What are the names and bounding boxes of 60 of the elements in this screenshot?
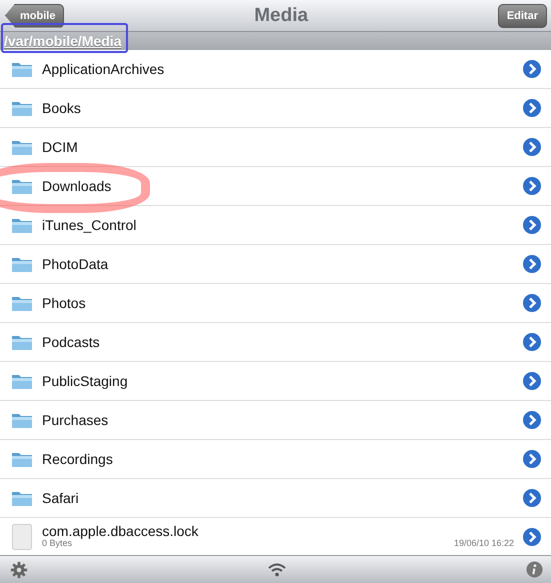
folder-icon	[11, 177, 33, 195]
item-name: Purchases	[42, 412, 110, 428]
disclosure-icon[interactable]	[522, 293, 542, 313]
disclosure-icon[interactable]	[522, 332, 542, 352]
list-row[interactable]: PublicStaging	[0, 362, 551, 401]
path-text: /var/mobile/Media	[4, 33, 122, 49]
item-name: Downloads	[42, 178, 112, 194]
item-name: Podcasts	[42, 334, 101, 350]
list-row[interactable]: Photos	[0, 284, 551, 323]
list-row[interactable]: PhotoData	[0, 245, 551, 284]
disclosure-icon[interactable]	[522, 371, 542, 391]
folder-icon	[11, 489, 33, 507]
item-name: iTunes_Control	[42, 217, 138, 233]
disclosure-icon[interactable]	[522, 176, 542, 196]
folder-icon	[11, 411, 33, 429]
item-name: Recordings	[42, 451, 114, 467]
info-icon[interactable]	[526, 561, 543, 578]
nav-title: Media	[254, 4, 308, 26]
folder-icon	[11, 333, 33, 351]
disclosure-icon[interactable]	[522, 137, 542, 157]
folder-icon	[11, 372, 33, 390]
folder-icon	[11, 138, 33, 156]
list-row[interactable]: iTunes_Control	[0, 206, 551, 245]
item-name: com.apple.dbaccess.lock	[42, 524, 200, 540]
file-size: 0 Bytes	[42, 539, 72, 550]
list-row[interactable]: com.apple.dbaccess.lock 0 Bytes 19/06/10 16:22	[0, 518, 551, 555]
file-icon	[11, 524, 33, 550]
folder-icon	[11, 450, 33, 468]
list-row[interactable]: ApplicationArchives	[0, 50, 551, 89]
edit-button[interactable]: Editar	[498, 4, 547, 28]
item-name: PhotoData	[42, 256, 110, 272]
folder-icon	[11, 255, 33, 273]
item-name: Safari	[42, 490, 80, 506]
folder-icon	[11, 294, 33, 312]
item-name: PublicStaging	[42, 373, 129, 389]
disclosure-icon[interactable]	[522, 59, 542, 79]
file-date: 19/06/10 16:22	[454, 539, 514, 550]
item-name: DCIM	[42, 139, 79, 155]
disclosure-icon[interactable]	[522, 98, 542, 118]
list-row[interactable]: Purchases	[0, 401, 551, 440]
item-name: ApplicationArchives	[42, 61, 166, 77]
folder-icon	[11, 60, 33, 78]
list-row[interactable]: DCIM	[0, 128, 551, 167]
wifi-icon[interactable]	[267, 562, 287, 576]
list-row[interactable]: Books	[0, 89, 551, 128]
disclosure-icon[interactable]	[522, 410, 542, 430]
disclosure-icon[interactable]	[522, 526, 542, 546]
item-name: Books	[42, 100, 82, 116]
disclosure-icon[interactable]	[522, 215, 542, 235]
disclosure-icon[interactable]	[522, 449, 542, 469]
disclosure-icon[interactable]	[522, 254, 542, 274]
disclosure-icon[interactable]	[522, 488, 542, 508]
item-name: Photos	[42, 295, 87, 311]
list-row[interactable]: Recordings	[0, 440, 551, 479]
back-button[interactable]: mobile	[5, 4, 64, 28]
list-row[interactable]: Podcasts	[0, 323, 551, 362]
folder-icon	[11, 216, 33, 234]
list-row[interactable]: Safari	[0, 479, 551, 518]
folder-icon	[11, 99, 33, 117]
list-row[interactable]: Downloads	[0, 167, 551, 206]
